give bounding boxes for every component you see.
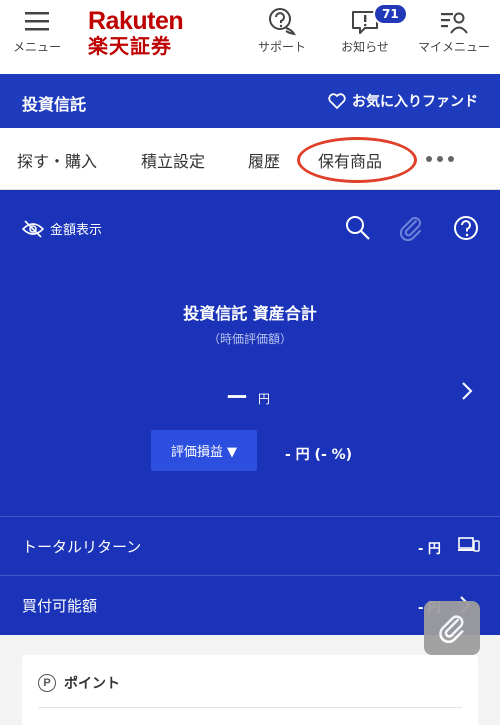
menu-button[interactable]: メニュー — [6, 6, 68, 55]
asset-value: ー — [226, 386, 249, 411]
tab-accumulation[interactable]: 積立設定 — [141, 148, 205, 172]
tab-search-buy[interactable]: 探す・購入 — [17, 148, 97, 172]
notice-badge: 71 — [373, 3, 408, 25]
section-bar: 投資信託 お気に入りファンド — [0, 74, 500, 128]
point-icon: P — [38, 674, 56, 692]
clip-button[interactable] — [398, 214, 424, 246]
mymenu-label: マイメニュー — [417, 40, 490, 54]
section-title: 投資信託 — [22, 95, 87, 114]
top-header: メニュー Rakuten 楽天証券 サポート 71 お知らせ マイメニュー — [0, 0, 500, 74]
total-return-row[interactable]: トータルリターン - 円 — [0, 516, 500, 574]
support-button[interactable]: サポート — [250, 6, 314, 55]
search-button[interactable] — [344, 214, 372, 246]
amount-display-label: 金額表示 — [50, 223, 103, 238]
notice-button[interactable]: 71 お知らせ — [333, 3, 408, 55]
favorite-label: お気に入りファンド — [352, 94, 478, 110]
favorite-funds-link[interactable]: お気に入りファンド — [327, 91, 478, 111]
devices-icon — [458, 535, 480, 559]
profit-loss-value: - 円 (- %) — [285, 447, 353, 463]
point-card[interactable]: P ポイント — [22, 655, 478, 725]
card-divider — [38, 707, 462, 708]
support-label: サポート — [257, 40, 306, 54]
total-return-label: トータルリターン — [22, 538, 142, 556]
paperclip-icon — [399, 217, 421, 242]
search-icon — [346, 216, 370, 240]
asset-title: 投資信託 資産合計 — [183, 304, 317, 323]
mymenu-icon — [441, 12, 468, 34]
tab-history[interactable]: 履歴 — [248, 148, 280, 172]
hamburger-icon — [25, 12, 49, 31]
total-return-value: - 円 — [418, 542, 441, 557]
amount-display-toggle[interactable]: 金額表示 — [22, 219, 102, 238]
point-card-title: P ポイント — [38, 673, 120, 693]
chat-support-icon — [269, 8, 296, 36]
rakuten-logo[interactable]: Rakuten 楽天証券 — [88, 8, 198, 58]
asset-subtitle: （時価評価額） — [207, 332, 292, 346]
asset-panel: 金額表示 投資信託 資産合計 （時価評価額） ー 円 評価損益 ▼ - 円 (-… — [0, 190, 500, 635]
point-label: ポイント — [64, 676, 120, 692]
menu-label: メニュー — [12, 40, 61, 54]
tab-holdings[interactable]: 保有商品 — [318, 148, 382, 172]
help-button[interactable] — [452, 214, 480, 246]
mymenu-button[interactable]: マイメニュー — [412, 6, 496, 55]
help-icon — [454, 216, 478, 240]
tab-bar: 探す・購入 積立設定 履歴 保有商品 — [0, 128, 500, 190]
chevron-right-icon — [462, 382, 473, 400]
more-tabs-icon[interactable] — [426, 156, 454, 162]
eye-off-icon — [22, 219, 44, 238]
logo-en: Rakuten — [88, 7, 184, 35]
heart-icon — [328, 93, 346, 109]
buying-power-label: 買付可能額 — [22, 597, 98, 615]
logo-ja: 楽天証券 — [88, 34, 172, 58]
profit-loss-dropdown[interactable]: 評価損益 ▼ — [151, 430, 257, 471]
asset-unit: 円 — [258, 392, 271, 406]
paperclip-icon — [439, 615, 464, 644]
floating-clip-button[interactable] — [424, 601, 480, 655]
notice-label: お知らせ — [341, 40, 389, 54]
asset-detail-arrow[interactable] — [460, 380, 474, 406]
